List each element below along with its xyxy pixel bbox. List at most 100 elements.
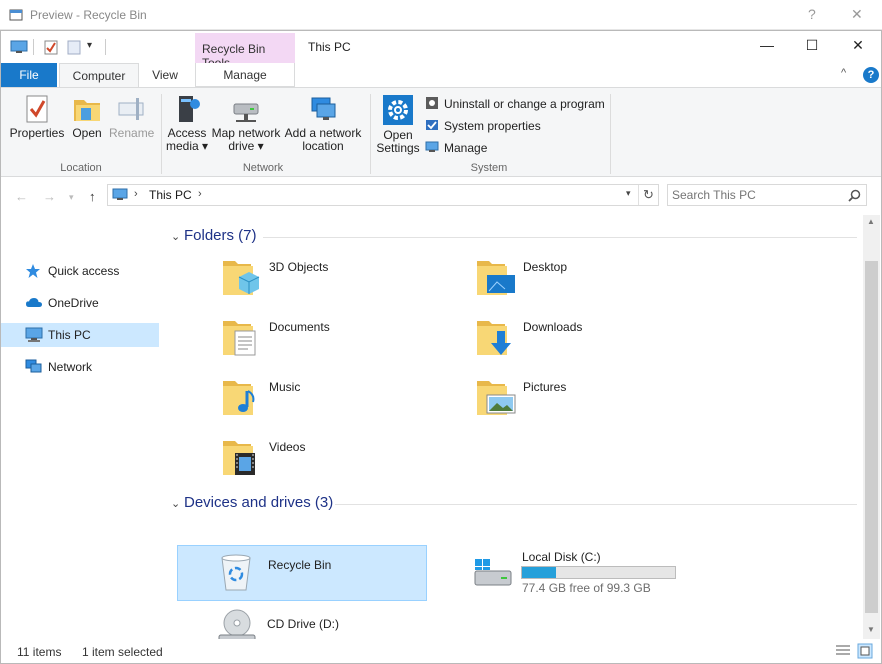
background-window-title: Preview - Recycle Bin [30,8,147,22]
maximize-button[interactable]: ☐ [792,37,832,57]
videos-folder-icon [223,441,255,475]
star-icon [26,264,40,278]
navigation-pane: Quick access OneDrive This PC Network [1,215,163,639]
address-dropdown-icon[interactable]: ▾ [626,188,631,199]
recycle-bin-icon [221,554,251,591]
folder-videos[interactable]: Videos [221,435,471,491]
background-close-button[interactable]: ✕ [851,6,863,23]
tab-manage[interactable]: Manage [195,63,295,87]
add-network-location-button[interactable]: Add a network location [283,94,363,153]
help-button[interactable]: ? [808,6,816,22]
sidebar-label: OneDrive [48,296,99,310]
recent-locations-icon[interactable]: ▾ [69,192,74,203]
window-title: This PC [308,40,351,54]
sidebar-item-onedrive[interactable]: OneDrive [1,291,159,315]
scroll-down-icon[interactable]: ▼ [867,625,875,634]
properties-check-icon[interactable] [44,40,58,55]
search-input[interactable] [672,187,842,203]
app-icon [9,9,23,21]
folder-label: 3D Objects [269,260,329,274]
drive-label: Local Disk (C:) [522,550,601,564]
network-icon [25,359,42,373]
system-group-label: System [470,162,508,174]
folder-label: Documents [269,320,330,334]
scroll-up-icon[interactable]: ▲ [867,217,875,226]
3d-objects-folder-icon [223,261,260,295]
sidebar-item-this-pc[interactable]: This PC [1,323,159,347]
search-icon[interactable] [848,189,861,202]
folder-label: Downloads [523,320,583,334]
folder-desktop[interactable]: Desktop [475,255,725,311]
collapse-chevron-icon[interactable]: ⌄ [171,230,180,243]
up-arrow-icon[interactable]: ↑ [89,189,96,204]
manage-button[interactable]: Manage [425,140,487,155]
breadcrumb-chevron-icon[interactable]: › [134,188,138,200]
open-button[interactable]: Open [69,94,105,140]
folder-pictures[interactable]: Pictures [475,375,725,431]
folder-open-icon [74,100,100,121]
system-properties-button[interactable]: System properties [425,118,541,133]
details-view-icon[interactable] [835,644,851,658]
folder-label: Videos [269,440,306,454]
rename-label: Rename [109,126,155,140]
content-pane: ⌄ Folders (7) 3D Objects Desktop Documen… [163,215,863,646]
rename-button[interactable]: Rename [109,94,155,140]
sidebar-item-quick-access[interactable]: Quick access [1,259,159,283]
sidebar-label: Network [48,360,93,374]
folders-heading[interactable]: Folders (7) [184,227,257,244]
refresh-icon[interactable]: ↻ [643,187,654,203]
folder-documents[interactable]: Documents [221,315,471,371]
properties-button[interactable]: Properties [7,94,67,140]
folder-3d-objects[interactable]: 3D Objects [221,255,471,311]
computer-manage-icon [425,141,439,152]
new-folder-icon[interactable] [67,40,81,55]
group-separator [610,94,611,174]
computer-icon [112,188,128,200]
add-location-label-2: location [302,139,344,153]
item-count: 11 items [17,645,62,659]
large-icons-view-icon[interactable] [857,643,873,659]
drives-heading[interactable]: Devices and drives (3) [184,494,333,511]
drive-label: CD Drive (D:) [267,617,339,631]
location-group-label: Location [60,162,102,174]
folder-label: Desktop [523,260,568,274]
tab-file[interactable]: File [1,63,57,87]
back-arrow-icon[interactable]: ← [15,189,28,204]
access-media-button[interactable]: Access media ▾ [163,94,211,153]
map-drive-label-2: drive ▾ [228,139,264,153]
folder-music[interactable]: Music [221,375,471,431]
computer-icon [10,40,28,53]
minimize-button[interactable]: — [747,37,787,57]
breadcrumb-this-pc[interactable]: This PC [149,188,192,202]
address-bar[interactable]: › This PC › ▾ ↻ [107,184,659,206]
scrollbar-thumb[interactable] [865,261,878,613]
folder-label: Music [269,380,301,394]
sidebar-item-network[interactable]: Network [1,355,159,379]
forward-arrow-icon[interactable]: → [43,189,56,204]
collapse-chevron-icon[interactable]: ⌄ [171,497,180,510]
folder-downloads[interactable]: Downloads [475,315,725,371]
pictures-folder-icon [477,381,516,415]
tab-computer[interactable]: Computer [59,63,139,87]
search-box[interactable] [667,184,867,206]
breadcrumb-chevron-icon[interactable]: › [198,188,202,200]
status-bar: 11 items 1 item selected [1,639,881,663]
tab-view[interactable]: View [141,63,189,87]
sidebar-label: This PC [48,328,91,342]
customize-qat-icon[interactable]: ▾ [87,40,92,51]
open-settings-button[interactable]: Open Settings [374,94,422,155]
vertical-scrollbar[interactable]: ▲ ▼ [863,215,880,639]
ribbon-tabs: File Computer View Manage ^ ? [1,63,881,87]
drive-local-disk-c[interactable]: Local Disk (C:) 77.4 GB free of 99.3 GB [467,545,687,601]
drive-free-space: 77.4 GB free of 99.3 GB [522,581,651,595]
drive-recycle-bin[interactable]: Recycle Bin [177,545,427,601]
help-icon[interactable]: ? [863,67,879,83]
open-label: Open [72,126,102,140]
close-button[interactable]: ✕ [838,37,878,57]
uninstall-program-button[interactable]: Uninstall or change a program [425,96,605,111]
collapse-ribbon-icon[interactable]: ^ [841,67,846,79]
map-network-drive-button[interactable]: Map network drive ▾ [210,94,282,153]
open-settings-label-2: Settings [376,141,420,155]
title-bar: ▾ Recycle Bin Tools This PC — ☐ ✕ [1,31,881,70]
properties-icon [26,95,48,123]
